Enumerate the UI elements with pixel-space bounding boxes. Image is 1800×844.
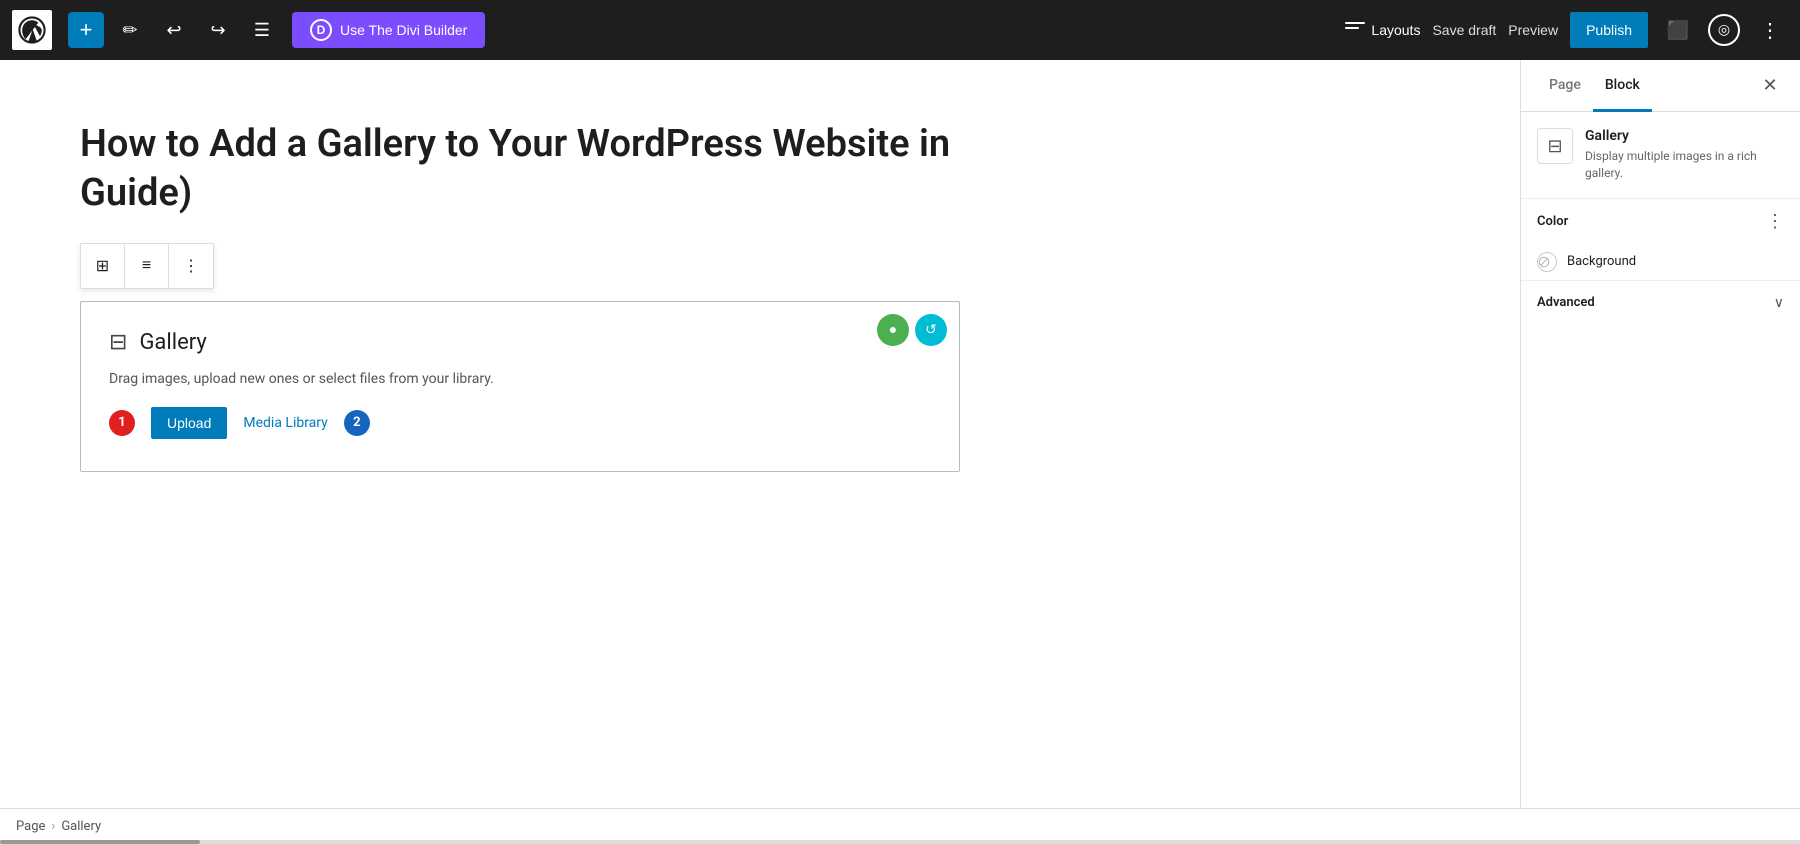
annotation-badge-2: 2	[344, 410, 370, 436]
teal-circle-icon: ↺	[915, 314, 947, 346]
background-color-item[interactable]: Background	[1521, 244, 1800, 280]
more-block-options-button[interactable]: ⋮	[169, 244, 213, 288]
undo-button[interactable]: ↩	[156, 12, 192, 48]
plus-icon: +	[80, 17, 93, 43]
sidebar-header: Page Block ✕	[1521, 60, 1800, 112]
block-info-section: ⊟ Gallery Display multiple images in a r…	[1521, 112, 1800, 199]
background-color-circle	[1537, 252, 1557, 272]
undo-icon: ↩	[166, 20, 181, 41]
editor-area: How to Add a Gallery to Your WordPress W…	[0, 60, 1520, 808]
advanced-section-label: Advanced	[1537, 295, 1595, 310]
save-draft-button[interactable]: Save draft	[1432, 22, 1496, 38]
sidebar-close-button[interactable]: ✕	[1756, 72, 1784, 100]
ellipsis-icon: ⋮	[1760, 18, 1780, 43]
gallery-block-title: Gallery	[139, 330, 206, 355]
media-library-link[interactable]: Media Library	[243, 415, 327, 431]
right-sidebar: Page Block ✕ ⊟ Gallery Display multiple …	[1520, 60, 1800, 808]
annotation-badge-1: 1	[109, 410, 135, 436]
redo-icon: ↪	[210, 20, 225, 41]
block-top-icons: ● ↺	[877, 314, 947, 346]
align-button[interactable]: ≡	[125, 244, 169, 288]
list-icon: ☰	[254, 20, 270, 41]
user-avatar[interactable]: ◎	[1708, 14, 1740, 46]
breadcrumb-separator: ›	[51, 819, 55, 834]
gallery-block: ● ↺ ⊟ Gallery Drag images, upload new on…	[80, 301, 960, 472]
wp-logo[interactable]	[12, 10, 52, 50]
color-section: Color ⋮ Background	[1521, 199, 1800, 281]
bottom-bar: Page › Gallery	[0, 808, 1800, 844]
layouts-button[interactable]: Layouts	[1345, 22, 1420, 38]
advanced-section: Advanced ∨	[1521, 281, 1800, 325]
more-options-button[interactable]: ⋮	[1752, 12, 1788, 48]
block-info-icon: ⊟	[1537, 128, 1573, 164]
divi-logo-icon: GalleryD	[310, 19, 332, 41]
color-section-more-button[interactable]: ⋮	[1766, 211, 1784, 232]
layouts-label: Layouts	[1371, 22, 1420, 38]
post-title[interactable]: How to Add a Gallery to Your WordPress W…	[80, 120, 960, 219]
background-color-label: Background	[1567, 254, 1636, 269]
tools-button[interactable]: ✏	[112, 12, 148, 48]
gallery-block-header: ⊟ Gallery	[109, 330, 931, 355]
chevron-down-icon: ∨	[1774, 295, 1784, 311]
tab-page[interactable]: Page	[1537, 60, 1593, 112]
advanced-section-header[interactable]: Advanced ∨	[1521, 281, 1800, 325]
layouts-icon	[1345, 22, 1365, 38]
breadcrumb-gallery: Gallery	[61, 819, 101, 834]
avatar-icon: ◎	[1718, 22, 1730, 38]
image-view-button[interactable]: ⊞	[81, 244, 125, 288]
list-view-button[interactable]: ☰	[244, 12, 280, 48]
upload-button[interactable]: Upload	[151, 407, 227, 439]
gallery-block-icon: ⊟	[109, 330, 127, 355]
block-name: Gallery	[1585, 128, 1784, 144]
publish-button[interactable]: Publish	[1570, 12, 1648, 48]
block-info-text: Gallery Display multiple images in a ric…	[1585, 128, 1784, 182]
preview-button[interactable]: Preview	[1508, 22, 1558, 38]
align-icon: ≡	[142, 257, 151, 275]
disabled-circle-icon	[1538, 252, 1550, 272]
gallery-drag-text: Drag images, upload new ones or select f…	[109, 371, 931, 387]
block-toolbar: ⊞ ≡ ⋮	[80, 243, 214, 289]
image-icon: ⊞	[96, 256, 109, 276]
divi-builder-label: Use The Divi Builder	[340, 22, 467, 38]
toggle-sidebar-button[interactable]: ⬛	[1660, 12, 1696, 48]
sidebar-toggle-icon: ⬛	[1667, 20, 1689, 41]
main-layout: How to Add a Gallery to Your WordPress W…	[0, 60, 1800, 808]
gallery-actions: 1 Upload Media Library 2	[109, 407, 931, 439]
dots-icon: ⋮	[183, 256, 199, 276]
color-section-header: Color ⋮	[1521, 199, 1800, 244]
redo-button[interactable]: ↪	[200, 12, 236, 48]
toolbar-right: Layouts Save draft Preview Publish ⬛ ◎ ⋮	[1345, 12, 1788, 48]
add-block-button[interactable]: +	[68, 12, 104, 48]
block-description: Display multiple images in a rich galler…	[1585, 148, 1784, 182]
breadcrumb-page[interactable]: Page	[16, 819, 45, 834]
tab-block[interactable]: Block	[1593, 60, 1652, 112]
divi-builder-button[interactable]: GalleryD Use The Divi Builder	[292, 12, 485, 48]
pencil-icon: ✏	[122, 20, 137, 41]
main-toolbar: + ✏ ↩ ↪ ☰ GalleryD Use The Divi Builder …	[0, 0, 1800, 60]
green-circle-icon: ●	[877, 314, 909, 346]
color-section-label: Color	[1537, 214, 1568, 229]
